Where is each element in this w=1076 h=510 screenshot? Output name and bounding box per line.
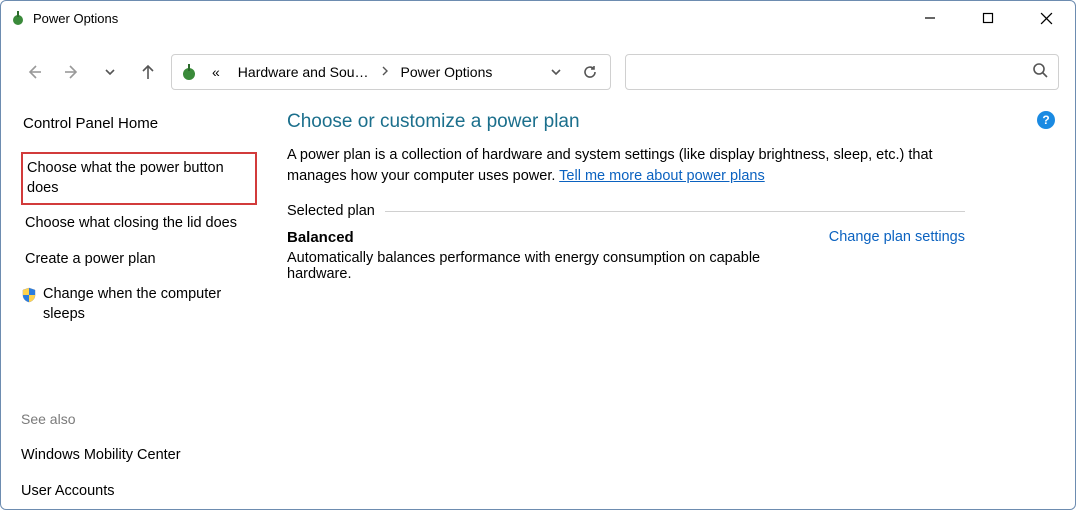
nav-forward-button[interactable] — [55, 55, 89, 89]
chevron-right-icon[interactable] — [381, 66, 389, 79]
sidebar-link-create-plan[interactable]: Create a power plan — [21, 243, 257, 277]
nav-back-button[interactable] — [17, 55, 51, 89]
see-also-heading: See also — [21, 411, 257, 427]
tell-me-more-link[interactable]: Tell me more about power plans — [559, 168, 765, 184]
see-also-section: See also Windows Mobility Center User Ac… — [21, 411, 257, 508]
see-also-user-accounts[interactable]: User Accounts — [21, 475, 257, 509]
power-options-icon — [9, 9, 27, 27]
sidebar-link-computer-sleeps[interactable]: Change when the computer sleeps — [21, 278, 257, 331]
content-area: Control Panel Home Choose what the power… — [1, 93, 1075, 509]
minimize-button[interactable] — [901, 1, 959, 35]
power-plan-icon — [178, 61, 200, 83]
maximize-button[interactable] — [959, 1, 1017, 35]
sidebar-link-power-button[interactable]: Choose what the power button does — [21, 152, 257, 205]
breadcrumb-prefix: « — [206, 60, 226, 84]
navbar: « Hardware and Sou… Power Options — [1, 51, 1075, 93]
address-dropdown-button[interactable] — [542, 58, 570, 86]
selected-plan-group-label: Selected plan — [287, 203, 965, 219]
sidebar: Control Panel Home Choose what the power… — [21, 111, 269, 509]
plan-info: Balanced Automatically balances performa… — [287, 229, 809, 282]
search-icon — [1032, 62, 1048, 83]
plan-description: Automatically balances performance with … — [287, 250, 809, 282]
address-bar[interactable]: « Hardware and Sou… Power Options — [171, 54, 611, 90]
window-controls — [901, 1, 1075, 35]
titlebar: Power Options — [1, 1, 1075, 35]
sidebar-link-closing-lid[interactable]: Choose what closing the lid does — [21, 207, 257, 241]
control-panel-home-link[interactable]: Control Panel Home — [21, 111, 257, 136]
shield-icon — [21, 287, 37, 303]
breadcrumb-item-power-options[interactable]: Power Options — [395, 60, 499, 84]
sidebar-item-label: Change when the computer sleeps — [43, 285, 249, 324]
group-label-text: Selected plan — [287, 203, 375, 219]
refresh-button[interactable] — [576, 58, 604, 86]
page-description: A power plan is a collection of hardware… — [287, 145, 965, 187]
plan-row: Balanced Automatically balances performa… — [287, 229, 965, 282]
window-title: Power Options — [33, 11, 118, 26]
search-box[interactable] — [625, 54, 1059, 90]
breadcrumb-item-hardware[interactable]: Hardware and Sou… — [232, 60, 375, 84]
see-also-mobility-center[interactable]: Windows Mobility Center — [21, 439, 257, 473]
close-button[interactable] — [1017, 1, 1075, 35]
change-plan-settings-link[interactable]: Change plan settings — [829, 229, 965, 245]
divider — [385, 211, 965, 212]
page-heading: Choose or customize a power plan — [287, 111, 965, 133]
help-button[interactable]: ? — [1037, 111, 1055, 129]
nav-up-button[interactable] — [131, 55, 165, 89]
plan-name: Balanced — [287, 229, 809, 246]
nav-recent-button[interactable] — [93, 55, 127, 89]
main-panel: ? Choose or customize a power plan A pow… — [269, 111, 1055, 509]
